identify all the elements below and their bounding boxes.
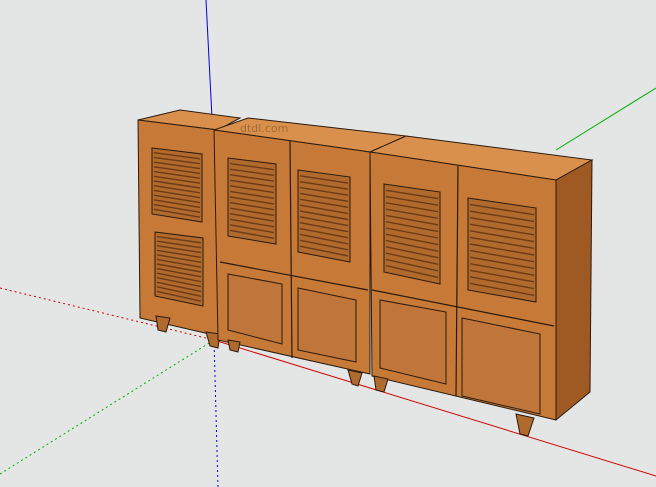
drawer-panel [297, 287, 357, 363]
blue-axis [205, 0, 213, 119]
3d-viewport[interactable]: dtdl.com [0, 0, 656, 487]
watermark-text: dtdl.com [240, 122, 288, 135]
cabinet-right-side [555, 159, 593, 422]
green-axis-hidden [0, 339, 215, 475]
blue-axis-hidden [213, 339, 219, 487]
cabinet-foot [347, 369, 363, 387]
cabinet-foot [227, 339, 241, 353]
green-axis [555, 87, 656, 151]
model-canvas[interactable]: dtdl.com [0, 0, 656, 487]
cabinet-foot [515, 413, 535, 437]
cabinet-foot [155, 315, 171, 333]
cabinet-foot [373, 375, 389, 393]
